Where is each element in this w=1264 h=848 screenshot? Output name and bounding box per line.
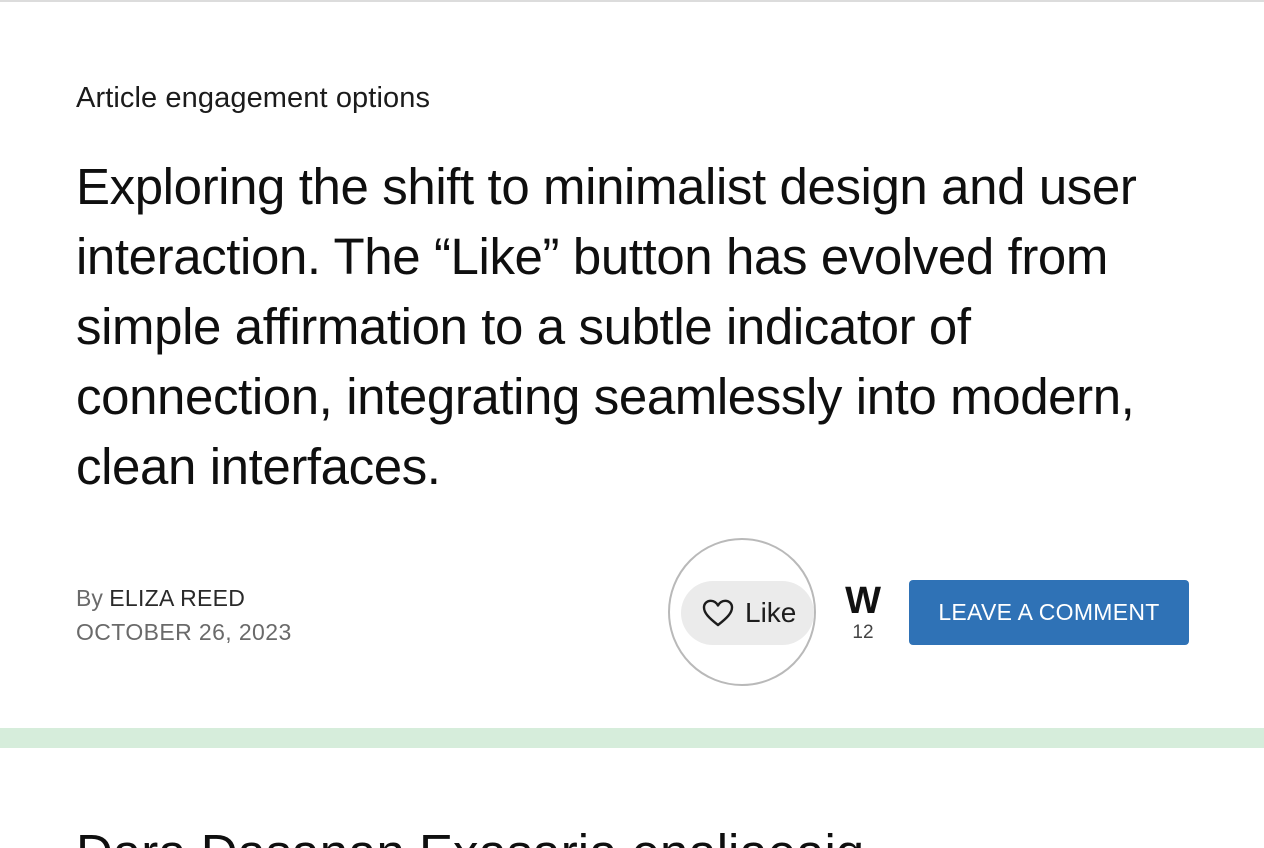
article-page: Article engagement options Exploring the… <box>0 0 1264 848</box>
wp-like-counter[interactable]: W 12 <box>838 580 888 644</box>
like-count: 12 <box>852 622 874 643</box>
publish-date: OCTOBER 26, 2023 <box>76 619 292 645</box>
article-headline: Exploring the shift to minimalist design… <box>76 158 1137 495</box>
wp-logo-icon: W <box>845 580 881 622</box>
like-label: Like <box>745 597 797 628</box>
byline: By ELIZA REED <box>76 583 245 613</box>
section-divider <box>0 728 1264 748</box>
like-button[interactable]: Like <box>681 581 814 645</box>
author-name[interactable]: ELIZA REED <box>109 585 245 611</box>
section-label: Article engagement options <box>76 82 431 114</box>
byline-prefix: By <box>76 585 103 611</box>
heart-outline-icon <box>701 598 735 628</box>
leave-comment-button[interactable]: LEAVE A COMMENT <box>909 580 1189 645</box>
next-article-headline[interactable]: Dara Dasanan Exasaria enaliaeaiq <box>76 818 864 848</box>
top-rule <box>0 0 1264 2</box>
